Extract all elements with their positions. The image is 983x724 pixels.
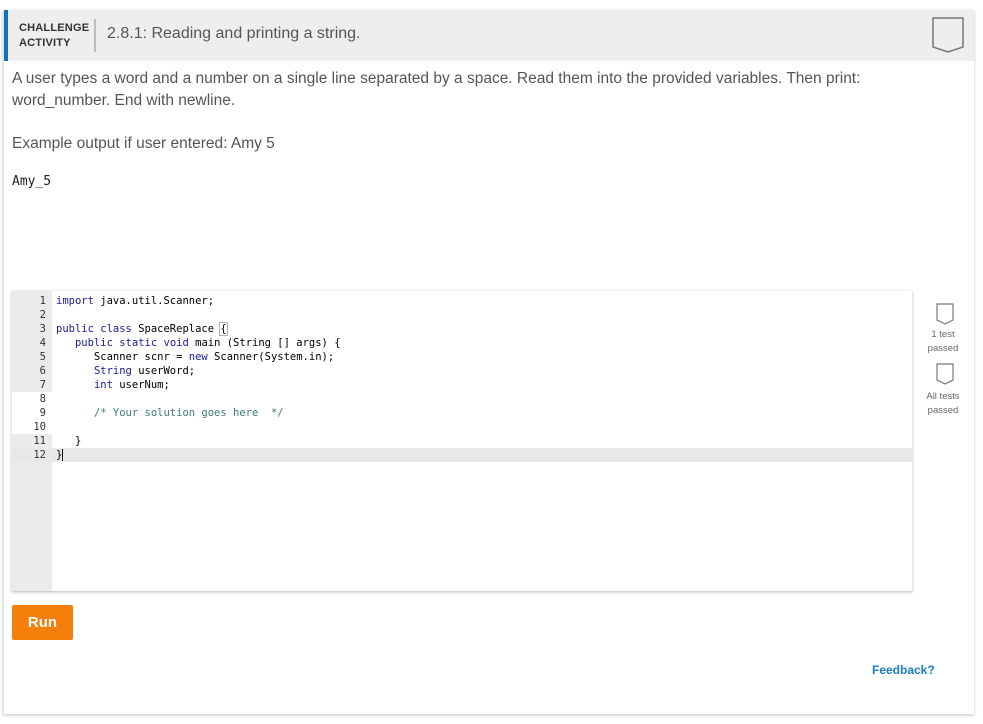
line-number: 5 [39, 351, 46, 363]
activity-header: CHALLENGE ACTIVITY 2.8.1: Reading and pr… [4, 10, 974, 61]
code-line[interactable]: 2 [12, 308, 912, 322]
code-editor[interactable]: 1 import java.util.Scanner; 2 3 public class… [12, 291, 912, 591]
line-number: 8 [12, 392, 52, 406]
code-text[interactable]: /* Your solution goes here */ [56, 406, 284, 420]
line-number: 6 [39, 365, 46, 377]
code-text[interactable]: public class SpaceReplace { [56, 322, 228, 336]
code-text[interactable]: } [56, 434, 81, 448]
code-line[interactable]: 3 public class SpaceReplace { [12, 322, 912, 336]
code-line[interactable]: 8 [12, 392, 912, 406]
example-label: Example output if user entered: Amy 5 [12, 135, 275, 152]
code-line[interactable]: 11 } [12, 434, 912, 448]
all-tests-line1: All tests [926, 391, 960, 402]
line-number: 4 [39, 337, 46, 349]
line-number: 10 [12, 420, 52, 434]
completion-badge-icon [932, 17, 964, 53]
activity-type-line2: ACTIVITY [19, 37, 71, 49]
one-test-line1: 1 test [931, 329, 955, 340]
line-number: 11 [33, 435, 46, 447]
code-line[interactable]: 1 import java.util.Scanner; [12, 294, 912, 308]
problem-statement-line2: word_number. End with newline. [12, 92, 236, 109]
all-tests-line2: passed [927, 405, 959, 416]
header-accent-bar [4, 10, 8, 61]
activity-type-label: CHALLENGE ACTIVITY [19, 21, 89, 51]
code-line[interactable]: 12} [12, 448, 912, 462]
line-number: 3 [39, 323, 46, 335]
line-number: 12 [33, 449, 46, 461]
code-text[interactable]: int userNum; [56, 378, 170, 392]
activity-type-line1: CHALLENGE [19, 22, 90, 34]
header-divider [94, 19, 96, 52]
code-text[interactable]: } [56, 448, 64, 462]
code-line[interactable]: 10 [12, 420, 912, 434]
line-number: 1 [39, 295, 46, 307]
all-tests-passed-label: All tests passed [916, 390, 970, 418]
one-test-line2: passed [927, 343, 959, 354]
code-line[interactable]: 7 int userNum; [12, 378, 912, 392]
code-line[interactable]: 4 public static void main (String [] arg… [12, 336, 912, 350]
all-tests-badge-icon [936, 363, 954, 385]
code-text[interactable]: import java.util.Scanner; [56, 294, 214, 308]
problem-statement: A user types a word and a number on a si… [12, 68, 892, 112]
test-badge-icon [936, 303, 954, 325]
code-text[interactable]: public static void main (String [] args)… [56, 336, 341, 350]
line-number: 2 [39, 309, 46, 321]
code-text[interactable]: Scanner scnr = new Scanner(System.in); [56, 350, 334, 364]
code-line[interactable]: 6 String userWord; [12, 364, 912, 378]
one-test-passed-label: 1 test passed [916, 328, 970, 356]
run-button[interactable]: Run [12, 605, 73, 640]
example-output: Amy_5 [12, 174, 52, 189]
feedback-link[interactable]: Feedback? [872, 663, 935, 677]
line-number: 7 [39, 379, 46, 391]
problem-statement-line1: A user types a word and a number on a si… [12, 70, 861, 87]
text-cursor [62, 449, 64, 461]
line-number: 9 [12, 406, 52, 420]
code-text[interactable]: String userWord; [56, 364, 195, 378]
code-line[interactable]: 9 /* Your solution goes here */ [12, 406, 912, 420]
activity-title: 2.8.1: Reading and printing a string. [107, 25, 361, 42]
code-line[interactable]: 5 Scanner scnr = new Scanner(System.in); [12, 350, 912, 364]
